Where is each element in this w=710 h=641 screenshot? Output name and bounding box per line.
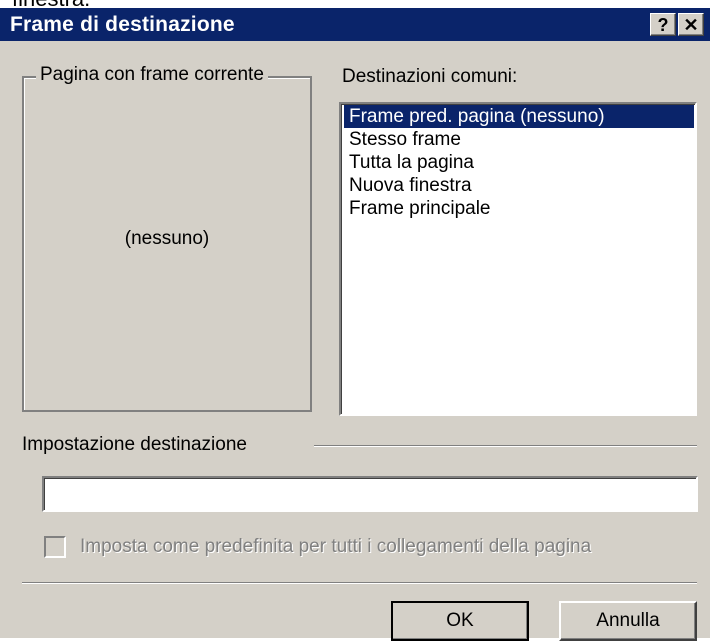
- help-button[interactable]: ?: [650, 13, 676, 36]
- list-item-tutta-pagina[interactable]: Tutta la pagina: [344, 151, 474, 174]
- list-item-frame-principale[interactable]: Frame principale: [344, 197, 491, 220]
- dialog-title: Frame di destinazione: [10, 13, 235, 36]
- target-setting-input[interactable]: [42, 476, 698, 512]
- close-button[interactable]: ✕: [678, 13, 704, 36]
- common-destinations-label: Destinazioni comuni:: [342, 66, 518, 87]
- buttons-divider: [22, 582, 697, 584]
- default-checkbox-label: Imposta come predefinita per tutti i col…: [80, 536, 592, 557]
- list-item-frame-pred[interactable]: Frame pred. pagina (nessuno): [344, 105, 694, 128]
- current-frame-label: Pagina con frame corrente: [36, 64, 268, 86]
- current-frame-value: (nessuno): [124, 228, 210, 249]
- common-destinations-listbox[interactable]: Frame pred. pagina (nessuno) Stesso fram…: [339, 102, 697, 416]
- close-icon: ✕: [683, 15, 699, 35]
- cancel-button[interactable]: Annulla: [559, 601, 697, 641]
- target-frame-dialog: Frame di destinazione ? ✕ Pagina con fra…: [0, 8, 710, 641]
- list-item-stesso-frame[interactable]: Stesso frame: [344, 128, 461, 151]
- title-bar: Frame di destinazione ? ✕: [0, 8, 710, 41]
- list-item-nuova-finestra[interactable]: Nuova finestra: [344, 174, 472, 197]
- ok-button[interactable]: OK: [391, 601, 529, 641]
- default-checkbox[interactable]: [44, 536, 66, 558]
- target-setting-label: Impostazione destinazione: [22, 434, 247, 455]
- target-setting-divider: [314, 445, 697, 447]
- help-icon: ?: [657, 15, 669, 35]
